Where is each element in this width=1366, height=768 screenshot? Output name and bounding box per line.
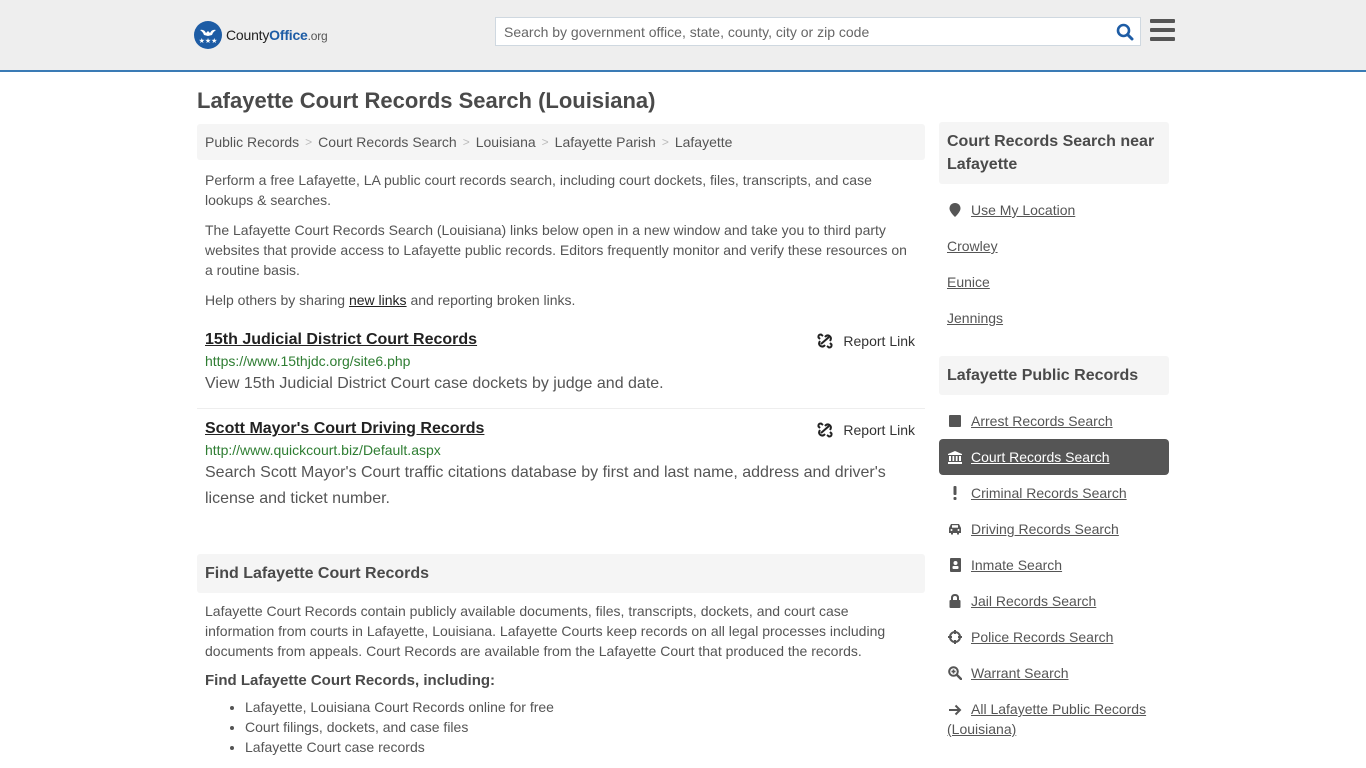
- menu-icon-bar: [1150, 37, 1175, 41]
- find-records-list-item: Lafayette, Louisiana Court Records onlin…: [245, 697, 925, 717]
- breadcrumb-separator: >: [661, 135, 669, 149]
- report-link-button[interactable]: Report Link: [817, 422, 915, 438]
- report-link-button[interactable]: Report Link: [817, 333, 915, 349]
- share-links-paragraph: Help others by sharing new links and rep…: [197, 290, 925, 310]
- logo-office: Office: [269, 27, 308, 43]
- sidebar-link[interactable]: Criminal Records Search: [971, 485, 1127, 501]
- menu-icon-bar: [1150, 19, 1175, 23]
- sidebar-link[interactable]: Arrest Records Search: [971, 413, 1113, 429]
- result-description: Search Scott Mayor's Court traffic citat…: [205, 464, 886, 507]
- site-logo[interactable]: ★★★ CountyOffice.org: [194, 21, 328, 49]
- sidebar-link[interactable]: Jail Records Search: [971, 593, 1096, 609]
- public-records-list: Arrest Records Search Court Records Sear…: [939, 403, 1169, 739]
- report-link-label: Report Link: [843, 333, 915, 349]
- public-records-heading: Lafayette Public Records: [939, 356, 1169, 395]
- find-records-list-item: Lafayette Court case records: [245, 737, 925, 757]
- sidebar-link[interactable]: All Lafayette Public Records (Louisiana): [947, 701, 1146, 737]
- car-icon: [947, 521, 963, 537]
- sidebar-item-police-records[interactable]: Police Records Search: [939, 619, 1169, 655]
- intro-paragraph: Perform a free Lafayette, LA public cour…: [205, 172, 872, 208]
- search-icon: [1116, 23, 1134, 40]
- breadcrumb-court-records-search[interactable]: Court Records Search: [318, 134, 457, 150]
- arrow-right-icon: [947, 702, 963, 718]
- breadcrumb-separator: >: [541, 135, 549, 149]
- logo-county: County: [226, 27, 270, 43]
- sidebar-item-criminal-records[interactable]: Criminal Records Search: [939, 475, 1169, 511]
- page-title: Lafayette Court Records Search (Louisian…: [197, 88, 656, 113]
- nearby-city-link-crowley[interactable]: Crowley: [947, 238, 998, 254]
- use-my-location-link[interactable]: Use My Location: [971, 202, 1075, 218]
- nearby-list: Use My Location Crowley Eunice Jennings: [939, 192, 1169, 336]
- find-records-description: Lafayette Court Records contain publicly…: [205, 603, 886, 659]
- broken-link-icon: [817, 333, 833, 349]
- sidebar-item-jail-records[interactable]: Jail Records Search: [939, 583, 1169, 619]
- breadcrumb-public-records[interactable]: Public Records: [205, 134, 299, 150]
- breadcrumb-lafayette-parish[interactable]: Lafayette Parish: [555, 134, 656, 150]
- sidebar-item-inmate-search[interactable]: Inmate Search: [939, 547, 1169, 583]
- sidebar-item-all-public-records[interactable]: All Lafayette Public Records (Louisiana): [939, 691, 1169, 739]
- eagle-stars-icon: ★★★: [194, 21, 222, 49]
- nearby-heading: Court Records Search near Lafayette: [939, 122, 1169, 184]
- result-description: View 15th Judicial District Court case d…: [205, 375, 664, 392]
- share-text: Help others by sharing: [205, 292, 349, 308]
- search-input[interactable]: [496, 18, 1110, 45]
- search-button[interactable]: [1110, 18, 1140, 45]
- map-marker-icon: [947, 202, 963, 218]
- exclamation-icon: [947, 485, 963, 501]
- breadcrumb-separator: >: [462, 135, 470, 149]
- sidebar-link[interactable]: Police Records Search: [971, 629, 1113, 645]
- result-item: Scott Mayor's Court Driving Records Repo…: [197, 420, 925, 512]
- new-links-link[interactable]: new links: [349, 292, 407, 308]
- sidebar-item-warrant-search[interactable]: Warrant Search: [939, 655, 1169, 691]
- nearby-city-item: Crowley: [939, 228, 1169, 264]
- courthouse-icon: [947, 449, 963, 465]
- broken-link-icon: [817, 422, 833, 438]
- intro-paragraph: The Lafayette Court Records Search (Loui…: [205, 222, 907, 278]
- breadcrumb-lafayette[interactable]: Lafayette: [675, 134, 733, 150]
- find-records-list-item: Court filings, dockets, and case files: [245, 717, 925, 737]
- sidebar-link[interactable]: Driving Records Search: [971, 521, 1119, 537]
- logo-wordmark: CountyOffice.org: [226, 27, 328, 43]
- sidebar-link[interactable]: Court Records Search: [971, 449, 1110, 465]
- result-item: 15th Judicial District Court Records Rep…: [197, 331, 925, 409]
- main-content: Public Records > Court Records Search > …: [197, 124, 925, 757]
- intro-section: Perform a free Lafayette, LA public cour…: [197, 170, 925, 310]
- sidebar: Court Records Search near Lafayette Use …: [939, 122, 1169, 739]
- square-icon: [947, 413, 963, 429]
- result-url: https://www.15thjdc.org/site6.php: [205, 353, 411, 369]
- sidebar-item-arrest-records[interactable]: Arrest Records Search: [939, 403, 1169, 439]
- logo-org: .org: [307, 29, 328, 43]
- sidebar-item-court-records[interactable]: Court Records Search: [939, 439, 1169, 475]
- site-search: [495, 17, 1141, 46]
- find-records-subheading: Find Lafayette Court Records, including:: [205, 672, 496, 689]
- breadcrumb-separator: >: [305, 135, 313, 149]
- nearby-city-item: Eunice: [939, 264, 1169, 300]
- menu-icon-bar: [1150, 28, 1175, 32]
- nearby-city-item: Jennings: [939, 300, 1169, 336]
- sidebar-link[interactable]: Warrant Search: [971, 665, 1069, 681]
- site-header: ★★★ CountyOffice.org: [0, 0, 1366, 72]
- menu-button[interactable]: [1150, 19, 1175, 41]
- crosshairs-icon: [947, 629, 963, 645]
- nearby-city-link-jennings[interactable]: Jennings: [947, 310, 1003, 326]
- result-title-link[interactable]: 15th Judicial District Court Records: [205, 331, 477, 349]
- find-records-heading: Find Lafayette Court Records: [197, 554, 925, 593]
- breadcrumb-louisiana[interactable]: Louisiana: [476, 134, 536, 150]
- report-link-label: Report Link: [843, 422, 915, 438]
- svg-text:★★★: ★★★: [199, 37, 218, 45]
- id-badge-icon: [947, 557, 963, 573]
- sidebar-item-driving-records[interactable]: Driving Records Search: [939, 511, 1169, 547]
- sidebar-link[interactable]: Inmate Search: [971, 557, 1062, 573]
- use-my-location-item: Use My Location: [939, 192, 1169, 228]
- nearby-city-link-eunice[interactable]: Eunice: [947, 274, 990, 290]
- share-text: and reporting broken links.: [406, 292, 576, 308]
- lock-icon: [947, 593, 963, 609]
- zoom-in-icon: [947, 665, 963, 681]
- find-records-list: Lafayette, Louisiana Court Records onlin…: [197, 697, 925, 757]
- result-url: http://www.quickcourt.biz/Default.aspx: [205, 442, 441, 458]
- result-title-link[interactable]: Scott Mayor's Court Driving Records: [205, 420, 484, 438]
- breadcrumb: Public Records > Court Records Search > …: [197, 124, 925, 160]
